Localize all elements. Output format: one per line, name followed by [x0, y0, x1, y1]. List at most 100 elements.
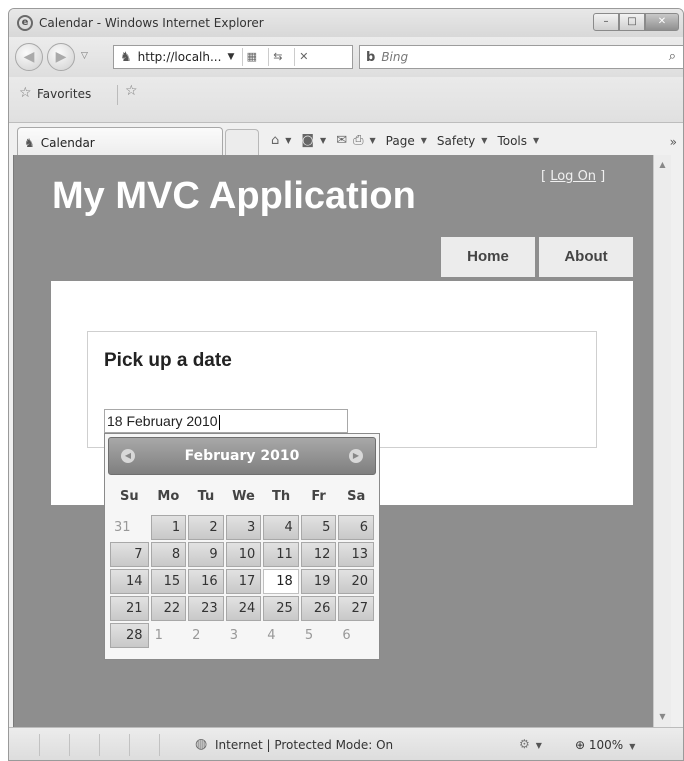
calendar-day[interactable]: 1	[150, 515, 187, 540]
tab-calendar[interactable]: ♞ Calendar	[17, 127, 223, 157]
search-placeholder[interactable]: Bing	[381, 50, 408, 64]
address-bar[interactable]: ♞ http://localh... ▼ ▦ ⇆ ✕	[113, 45, 353, 69]
calendar-day-other-month: 31	[114, 520, 131, 535]
calendar-day[interactable]: 26	[300, 596, 337, 621]
vertical-scrollbar[interactable]: ▲ ▼	[653, 155, 671, 727]
search-box[interactable]: b Bing ⌕	[359, 45, 683, 69]
calendar-day[interactable]: 7	[110, 542, 149, 567]
calendar-day[interactable]: 23	[188, 596, 224, 621]
calendar-day-selected[interactable]: 18	[263, 569, 299, 594]
nav-home[interactable]: Home	[441, 237, 535, 277]
safety-menu[interactable]: Safety	[437, 134, 475, 148]
tab-label: Calendar	[40, 135, 95, 150]
page-menu[interactable]: Page	[386, 134, 415, 148]
calendar-day[interactable]: 10	[225, 542, 262, 567]
zoom-control[interactable]: ⊕ 100% ▼	[575, 738, 635, 752]
calendar-day[interactable]: 13	[338, 542, 374, 567]
page-viewport: My MVC Application [ Log On ] Home About…	[13, 155, 653, 727]
feeds-dropdown-icon[interactable]: ▼	[320, 136, 326, 145]
mail-icon[interactable]: ✉	[336, 133, 347, 148]
text-caret	[218, 414, 220, 430]
maximize-button[interactable]: □	[619, 13, 645, 31]
calendar-day[interactable]: 15	[150, 569, 187, 594]
stop-icon[interactable]: ✕	[294, 48, 312, 66]
calendar-day[interactable]: 3	[225, 515, 262, 540]
calendar-day[interactable]: 14	[110, 569, 149, 594]
address-dropdown-icon[interactable]: ▼	[227, 52, 234, 62]
home-dropdown-icon[interactable]: ▼	[285, 136, 291, 145]
date-input[interactable]: 18 February 2010	[104, 409, 348, 433]
compatibility-view-icon[interactable]: ▦	[242, 48, 260, 66]
calendar-day[interactable]: 2	[188, 515, 224, 540]
tools-menu[interactable]: Tools	[497, 134, 527, 148]
calendar-day[interactable]: 16	[188, 569, 224, 594]
zoom-icon: ⊕	[575, 738, 586, 752]
calendar-day[interactable]: 6	[338, 515, 374, 540]
forward-button[interactable]: ▶	[47, 43, 75, 71]
calendar-day[interactable]: 12	[300, 542, 337, 567]
prev-month-icon[interactable]: ◀	[121, 449, 135, 463]
ie-logo-icon: e	[17, 15, 33, 31]
calendar-day[interactable]: 8	[150, 542, 187, 567]
calendar-day[interactable]: 25	[263, 596, 299, 621]
calendar-day-other-month: 2	[192, 628, 201, 643]
status-divider	[39, 734, 40, 756]
print-dropdown-icon[interactable]: ▼	[370, 136, 376, 145]
zoom-level: 100%	[588, 738, 624, 752]
favorites-bar: ☆ Favorites ☆ ♞ Calendar ⌂ ▼ ◙ ▼ ✉ ⎙ ▼ Page…	[9, 77, 683, 157]
scroll-down-icon[interactable]: ▼	[654, 709, 671, 725]
more-commands-icon[interactable]: »	[670, 135, 677, 149]
date-fieldset: Pick up a date 18 February 2010	[87, 331, 597, 448]
search-icon[interactable]: ⌕	[669, 49, 676, 64]
status-divider	[159, 734, 160, 756]
calendar-day[interactable]: 27	[338, 596, 374, 621]
chevron-down-icon: ▼	[420, 136, 427, 145]
log-on-link[interactable]: Log On	[550, 169, 596, 184]
security-zone-text[interactable]: Internet | Protected Mode: On	[215, 738, 393, 752]
weekday-header: Su	[119, 488, 139, 504]
logon-bracket-open: [	[541, 169, 551, 184]
favorites-button[interactable]: Favorites	[37, 87, 91, 101]
calendar-day[interactable]: 24	[225, 596, 262, 621]
close-button[interactable]: ✕	[645, 13, 679, 31]
favorites-star-icon[interactable]: ☆	[19, 85, 32, 101]
scroll-up-icon[interactable]: ▲	[654, 157, 671, 173]
weekday-header: Tu	[197, 488, 215, 504]
logon-bracket-close: ]	[596, 169, 606, 184]
calendar-day-other-month: 4	[267, 628, 276, 643]
calendar-day[interactable]: 5	[300, 515, 337, 540]
print-icon[interactable]: ⎙	[353, 133, 363, 148]
nav-about[interactable]: About	[539, 237, 633, 277]
weekday-header: We	[232, 488, 255, 504]
calendar-day[interactable]: 19	[300, 569, 337, 594]
browser-window: e Calendar - Windows Internet Explorer –…	[8, 8, 684, 761]
calendar-day[interactable]: 4	[263, 515, 299, 540]
calendar-week-row: 21 22 23 24 25 26 27	[110, 596, 374, 621]
back-button[interactable]: ◀	[15, 43, 43, 71]
refresh-icon[interactable]: ⇆	[268, 48, 286, 66]
new-tab-button[interactable]	[225, 129, 259, 157]
add-favorite-icon[interactable]: ☆	[125, 83, 138, 99]
calendar-day[interactable]: 17	[225, 569, 262, 594]
calendar-day[interactable]: 22	[150, 596, 187, 621]
calendar-day-other-month: 1	[154, 628, 163, 643]
calendar-day[interactable]: 11	[263, 542, 299, 567]
chevron-down-icon: ▼	[533, 136, 540, 145]
command-bar: ⌂ ▼ ◙ ▼ ✉ ⎙ ▼ Page ▼ Safety ▼ Tools ▼	[271, 133, 543, 148]
calendar-day[interactable]: 28	[110, 623, 149, 648]
date-input-value: 18 February 2010	[107, 413, 218, 429]
recent-pages-dropdown-icon[interactable]: ▽	[81, 51, 88, 61]
calendar-week-row: 31 1 2 3 4 5 6	[110, 515, 374, 540]
zoom-dropdown-icon[interactable]: ▼	[629, 742, 635, 751]
status-divider	[129, 734, 130, 756]
minimize-button[interactable]: –	[593, 13, 619, 31]
home-icon[interactable]: ⌂	[271, 133, 279, 148]
feeds-icon[interactable]: ◙	[301, 133, 314, 148]
address-url[interactable]: http://localh...	[138, 50, 222, 64]
site-favicon-icon: ♞	[120, 49, 132, 65]
calendar-day[interactable]: 20	[338, 569, 374, 594]
next-month-icon[interactable]: ▶	[349, 449, 363, 463]
calendar-day[interactable]: 9	[188, 542, 224, 567]
calendar-day[interactable]: 21	[110, 596, 149, 621]
protected-mode-icon[interactable]: ⚙ ▼	[519, 737, 542, 751]
